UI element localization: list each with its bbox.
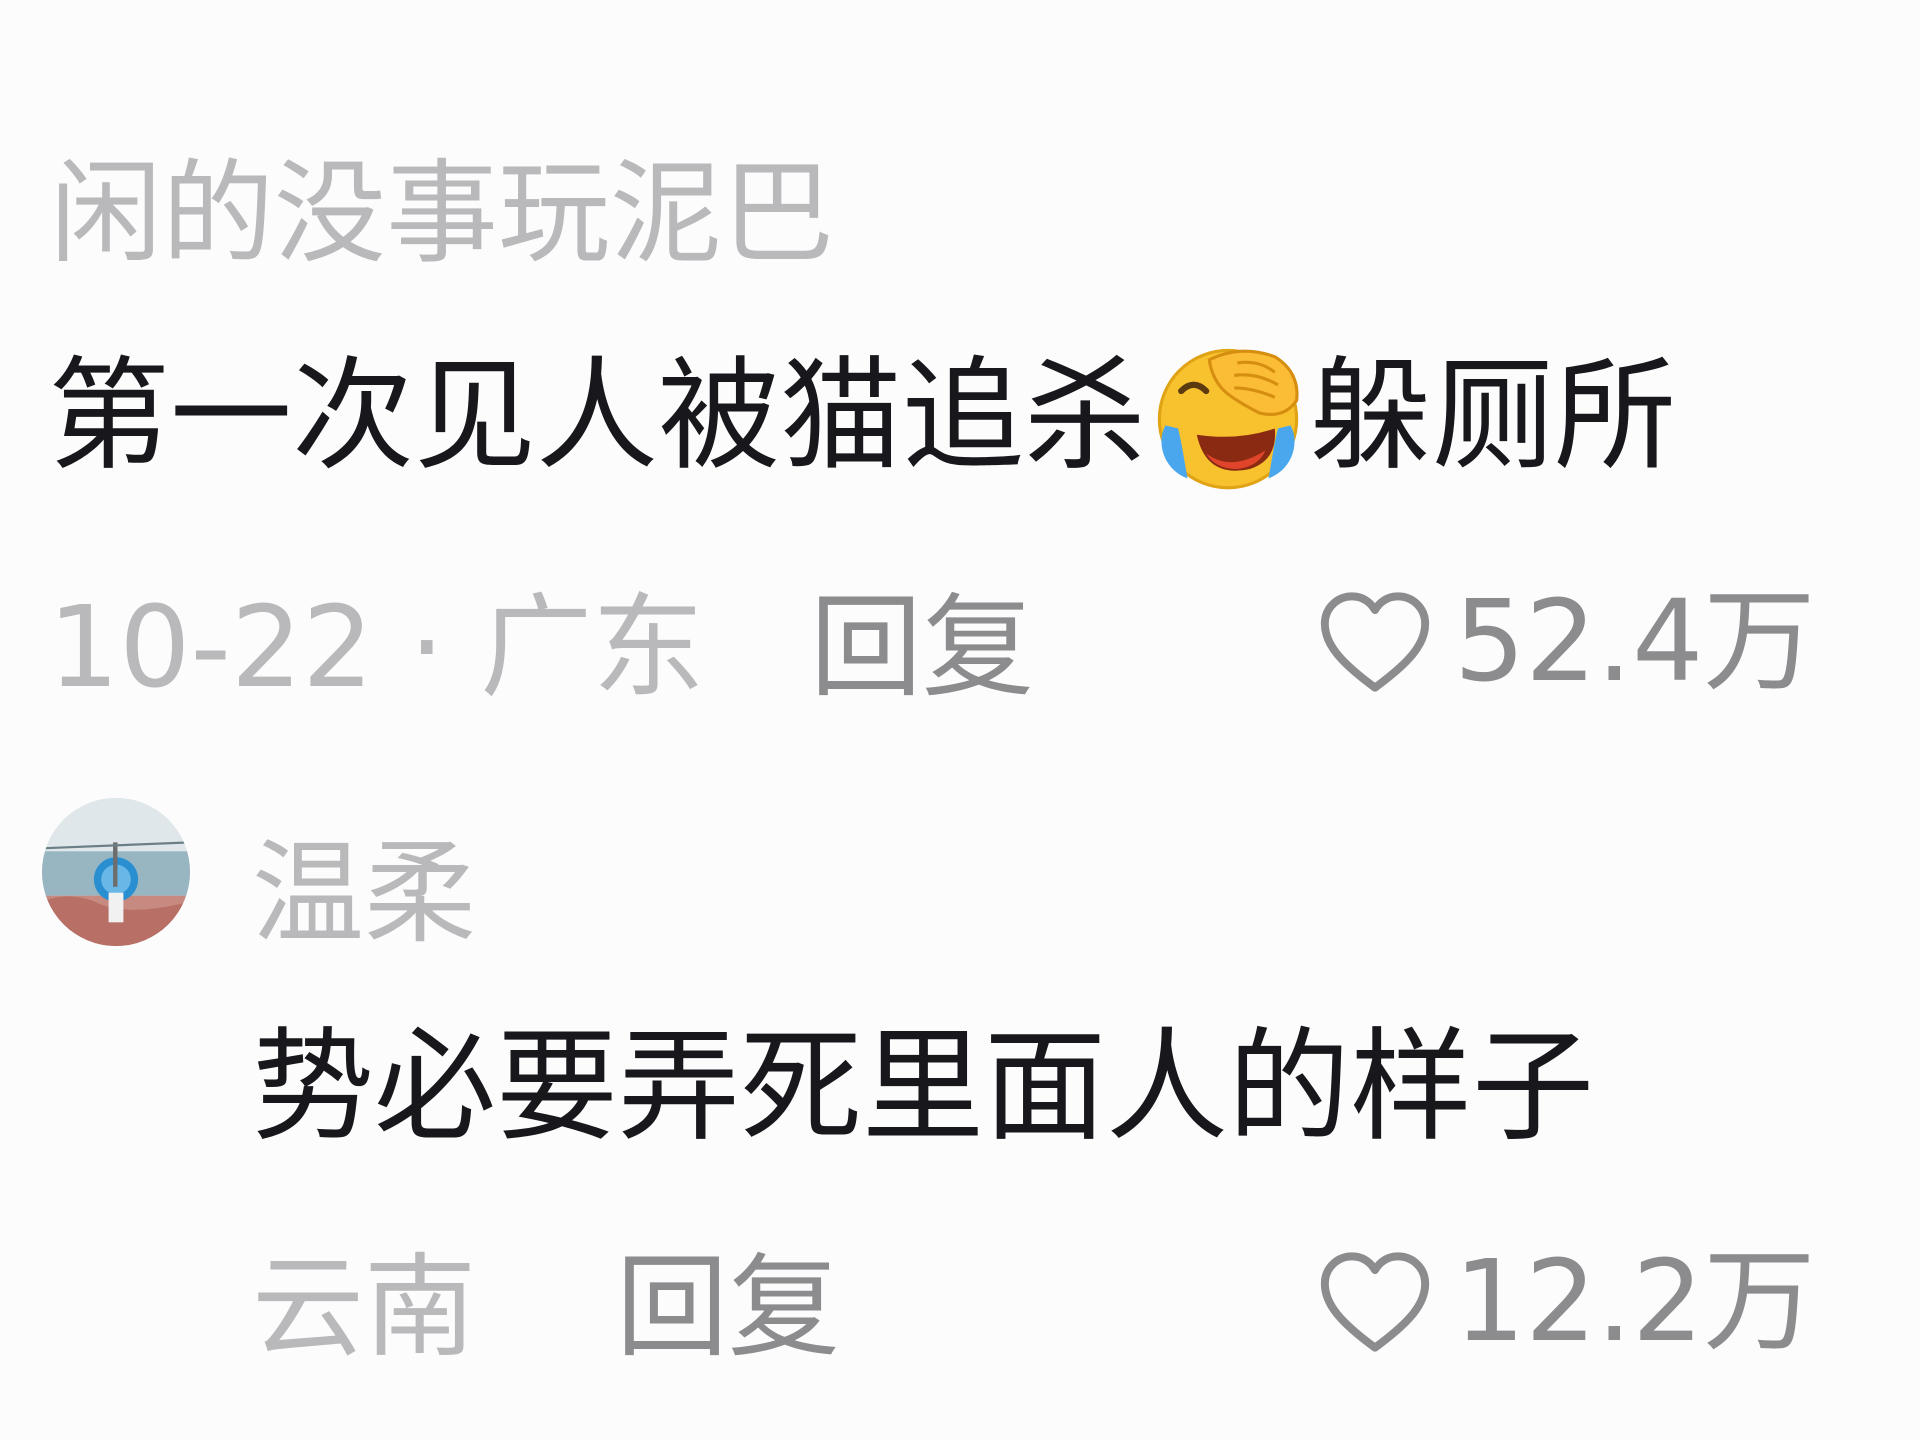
comment-username[interactable]: 闲的没事玩泥巴	[50, 158, 834, 270]
comment-text: 第一次见人被猫追杀 躲厕所	[48, 338, 1676, 494]
like-count: 12.2万	[1454, 1237, 1816, 1367]
comment-text-part: 第一次见人被猫追杀	[48, 345, 1146, 487]
avatar[interactable]	[42, 798, 190, 946]
comment-text-part: 躲厕所	[1310, 345, 1676, 487]
comment-list: 闲的没事玩泥巴 第一次见人被猫追杀 躲厕所 10-22 · 广东 回复 52.4…	[0, 0, 1920, 1440]
avatar-photo	[42, 798, 190, 946]
reply-button[interactable]: 回复	[616, 1252, 840, 1364]
comment-meta: 云南	[252, 1243, 476, 1373]
like-button[interactable]: 52.4万	[1318, 586, 1815, 698]
heart-outline-icon	[1320, 1252, 1430, 1352]
like-count: 52.4万	[1454, 577, 1816, 707]
face-palm-laughing-crying-emoji-icon	[1157, 348, 1299, 490]
like-button[interactable]: 12.2万	[1318, 1246, 1815, 1358]
comment-username[interactable]: 温柔	[252, 838, 476, 950]
comment-text: 势必要弄死里面人的样子	[252, 1016, 1594, 1158]
comment-meta: 10-22 · 广东	[48, 583, 705, 713]
heart-outline-icon	[1320, 592, 1430, 692]
reply-button[interactable]: 回复	[810, 592, 1034, 704]
